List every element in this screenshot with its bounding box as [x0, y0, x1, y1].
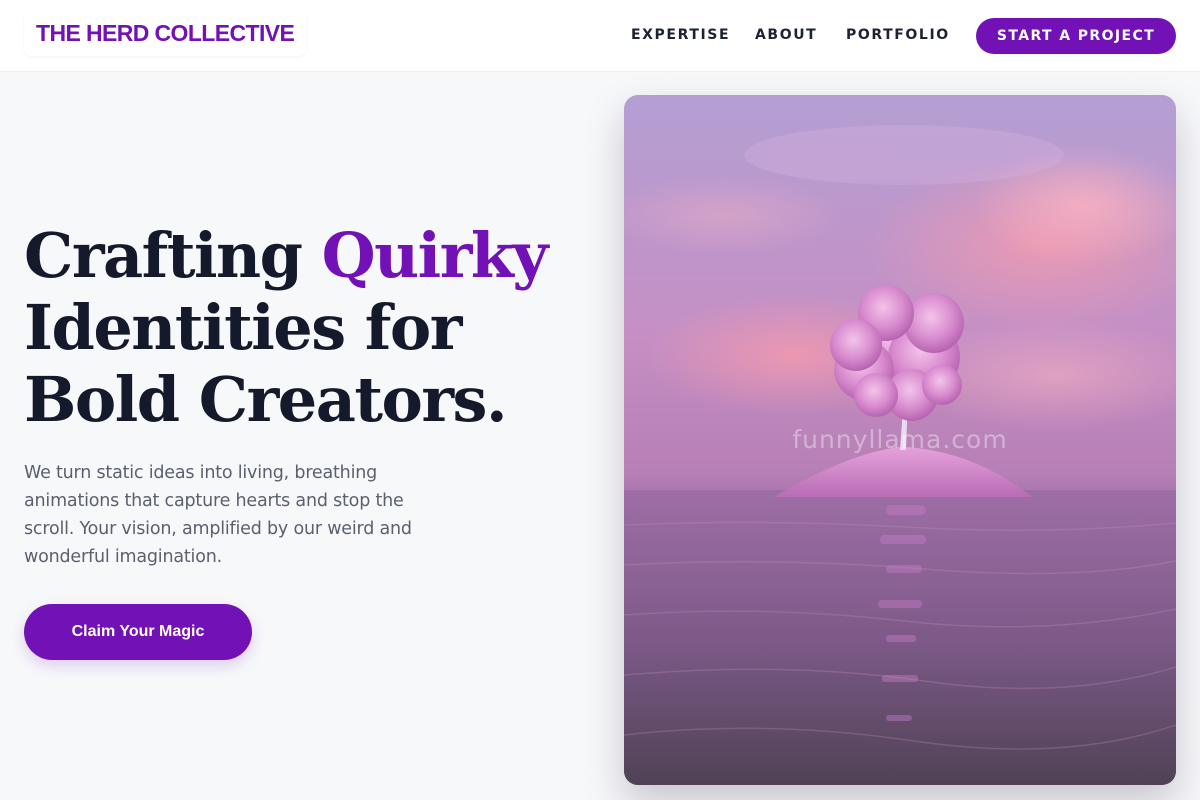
nav-link-portfolio[interactable]: PORTFOLIO	[846, 27, 950, 43]
hero-image: funnyllama.com	[624, 95, 1176, 785]
nav-link-about[interactable]: ABOUT	[755, 27, 817, 43]
hero-heading-line-2: Identities for	[24, 291, 462, 364]
start-project-button[interactable]: START A PROJECT	[976, 18, 1176, 54]
hero-heading-line-3: Bold Creators.	[24, 363, 508, 436]
hero-description: We turn static ideas into living, breath…	[24, 463, 412, 567]
hero-heading-line-1: Crafting Quirky	[24, 219, 549, 292]
brand-logo[interactable]: THE HERD COLLECTIVE	[24, 10, 307, 56]
image-watermark: funnyllama.com	[792, 425, 1008, 454]
claim-magic-button[interactable]: Claim Your Magic	[24, 604, 252, 660]
hero-heading: Crafting Quirky Identities for Bold Crea…	[24, 219, 549, 436]
site-header: THE HERD COLLECTIVE EXPERTISE ABOUT PORT…	[0, 0, 1200, 72]
nav-link-expertise[interactable]: EXPERTISE	[631, 27, 730, 43]
hero-heading-accent: Quirky	[321, 219, 549, 292]
